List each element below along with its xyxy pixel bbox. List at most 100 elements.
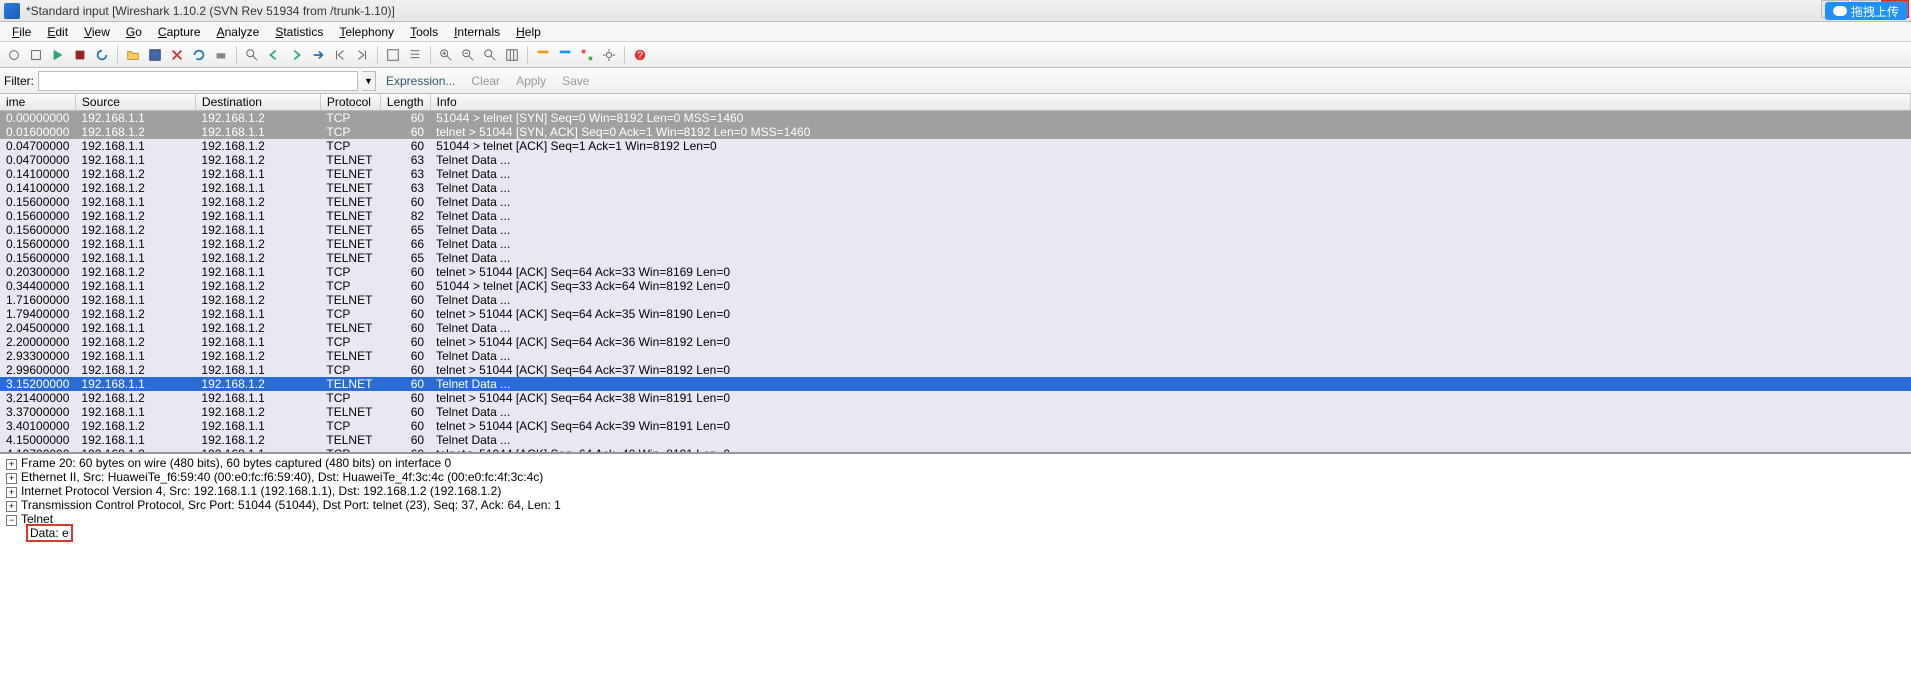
expand-icon[interactable] [6, 473, 17, 484]
packet-detail-pane[interactable]: Frame 20: 60 bytes on wire (480 bits), 6… [0, 454, 1911, 574]
packet-row[interactable]: 0.01600000192.168.1.2192.168.1.1TCP60tel… [0, 125, 1911, 139]
apply-button[interactable]: Apply [510, 74, 552, 88]
go-back-icon[interactable] [264, 45, 284, 65]
app-icon [4, 3, 20, 19]
col-time[interactable]: ime [0, 94, 75, 111]
go-to-icon[interactable] [308, 45, 328, 65]
tree-tcp[interactable]: Transmission Control Protocol, Src Port:… [4, 498, 1907, 512]
tree-ip[interactable]: Internet Protocol Version 4, Src: 192.16… [4, 484, 1907, 498]
col-protocol[interactable]: Protocol [320, 94, 380, 111]
help-icon[interactable]: ? [630, 45, 650, 65]
packet-row[interactable]: 2.99600000192.168.1.2192.168.1.1TCP60tel… [0, 363, 1911, 377]
save-filter-button[interactable]: Save [556, 74, 595, 88]
packet-row[interactable]: 0.20300000192.168.1.2192.168.1.1TCP60tel… [0, 265, 1911, 279]
menu-telephony[interactable]: Telephony [331, 23, 402, 41]
restart-capture-icon[interactable] [92, 45, 112, 65]
packet-row[interactable]: 0.04700000192.168.1.1192.168.1.2TELNET63… [0, 153, 1911, 167]
packet-row[interactable]: 3.37000000192.168.1.1192.168.1.2TELNET60… [0, 405, 1911, 419]
close-file-icon[interactable] [167, 45, 187, 65]
packet-row[interactable]: 0.15600000192.168.1.2192.168.1.1TELNET65… [0, 223, 1911, 237]
interfaces-icon[interactable] [4, 45, 24, 65]
tree-frame[interactable]: Frame 20: 60 bytes on wire (480 bits), 6… [4, 456, 1907, 470]
packet-row[interactable]: 2.20000000192.168.1.2192.168.1.1TCP60tel… [0, 335, 1911, 349]
packet-row[interactable]: 3.15200000192.168.1.1192.168.1.2TELNET60… [0, 377, 1911, 391]
menu-view[interactable]: View [76, 23, 118, 41]
tree-telnet[interactable]: Telnet [4, 512, 1907, 526]
menu-help[interactable]: Help [508, 23, 549, 41]
upload-button[interactable]: 拖拽上传 [1825, 2, 1907, 20]
collapse-icon[interactable] [6, 515, 17, 526]
print-icon[interactable] [211, 45, 231, 65]
menu-edit[interactable]: Edit [39, 23, 76, 41]
preferences-icon[interactable] [599, 45, 619, 65]
packet-row[interactable]: 0.04700000192.168.1.1192.168.1.2TCP60510… [0, 139, 1911, 153]
menu-tools[interactable]: Tools [402, 23, 446, 41]
menu-analyze[interactable]: Analyze [209, 23, 268, 41]
packet-row[interactable]: 0.15600000192.168.1.1192.168.1.2TELNET60… [0, 195, 1911, 209]
packet-row[interactable]: 1.79400000192.168.1.2192.168.1.1TCP60tel… [0, 307, 1911, 321]
menu-capture[interactable]: Capture [150, 23, 209, 41]
col-length[interactable]: Length [380, 94, 430, 111]
packet-row[interactable]: 0.15600000192.168.1.2192.168.1.1TELNET82… [0, 209, 1911, 223]
start-capture-icon[interactable] [48, 45, 68, 65]
packet-row[interactable]: 0.00000000192.168.1.1192.168.1.2TCP60510… [0, 111, 1911, 126]
upload-label: 拖拽上传 [1851, 3, 1899, 20]
save-file-icon[interactable] [145, 45, 165, 65]
expand-icon[interactable] [6, 459, 17, 470]
go-forward-icon[interactable] [286, 45, 306, 65]
resize-columns-icon[interactable] [502, 45, 522, 65]
auto-scroll-icon[interactable] [405, 45, 425, 65]
packet-row[interactable]: 0.14100000192.168.1.2192.168.1.1TELNET63… [0, 167, 1911, 181]
svg-text:?: ? [637, 49, 643, 61]
cloud-icon [1833, 6, 1847, 16]
packet-row[interactable]: 2.93300000192.168.1.1192.168.1.2TELNET60… [0, 349, 1911, 363]
expand-icon[interactable] [6, 487, 17, 498]
packet-row[interactable]: 4.15000000192.168.1.1192.168.1.2TELNET60… [0, 433, 1911, 447]
zoom-out-icon[interactable] [458, 45, 478, 65]
packet-row[interactable]: 0.15600000192.168.1.1192.168.1.2TELNET66… [0, 237, 1911, 251]
main-toolbar: ? [0, 42, 1911, 68]
display-filters-icon[interactable] [555, 45, 575, 65]
packet-list-header[interactable]: ime Source Destination Protocol Length I… [0, 94, 1911, 111]
zoom-reset-icon[interactable] [480, 45, 500, 65]
find-icon[interactable] [242, 45, 262, 65]
menu-statistics[interactable]: Statistics [267, 23, 331, 41]
col-source[interactable]: Source [75, 94, 195, 111]
packet-list-pane[interactable]: ime Source Destination Protocol Length I… [0, 94, 1911, 454]
window-title: *Standard input [Wireshark 1.10.2 (SVN R… [26, 4, 395, 18]
zoom-in-icon[interactable] [436, 45, 456, 65]
open-file-icon[interactable] [123, 45, 143, 65]
options-icon[interactable] [26, 45, 46, 65]
menubar: 拖拽上传 FileEditViewGoCaptureAnalyzeStatist… [0, 22, 1911, 42]
menu-internals[interactable]: Internals [446, 23, 508, 41]
packet-row[interactable]: 2.04500000192.168.1.1192.168.1.2TELNET60… [0, 321, 1911, 335]
filter-toolbar: Filter: ▼ Expression... Clear Apply Save [0, 68, 1911, 94]
packet-row[interactable]: 0.14100000192.168.1.2192.168.1.1TELNET63… [0, 181, 1911, 195]
tree-ethernet[interactable]: Ethernet II, Src: HuaweiTe_f6:59:40 (00:… [4, 470, 1907, 484]
filter-label: Filter: [4, 74, 34, 88]
titlebar: *Standard input [Wireshark 1.10.2 (SVN R… [0, 0, 1911, 22]
col-info[interactable]: Info [430, 94, 1910, 111]
filter-input[interactable] [38, 71, 358, 91]
tree-telnet-data[interactable]: Data: e [24, 526, 1907, 540]
filter-dropdown-icon[interactable]: ▼ [362, 71, 376, 91]
colorize-icon[interactable] [383, 45, 403, 65]
packet-row[interactable]: 4.19700000192.168.1.2192.168.1.1TCP60tel… [0, 447, 1911, 454]
capture-filters-icon[interactable] [533, 45, 553, 65]
packet-row[interactable]: 0.34400000192.168.1.1192.168.1.2TCP60510… [0, 279, 1911, 293]
menu-file[interactable]: File [4, 23, 39, 41]
packet-row[interactable]: 1.71600000192.168.1.1192.168.1.2TELNET60… [0, 293, 1911, 307]
menu-go[interactable]: Go [118, 23, 150, 41]
packet-row[interactable]: 3.40100000192.168.1.2192.168.1.1TCP60tel… [0, 419, 1911, 433]
stop-capture-icon[interactable] [70, 45, 90, 65]
go-last-icon[interactable] [352, 45, 372, 65]
go-first-icon[interactable] [330, 45, 350, 65]
packet-row[interactable]: 0.15600000192.168.1.1192.168.1.2TELNET65… [0, 251, 1911, 265]
expand-icon[interactable] [6, 501, 17, 512]
coloring-rules-icon[interactable] [577, 45, 597, 65]
expression-button[interactable]: Expression... [380, 74, 461, 88]
reload-icon[interactable] [189, 45, 209, 65]
packet-row[interactable]: 3.21400000192.168.1.2192.168.1.1TCP60tel… [0, 391, 1911, 405]
clear-button[interactable]: Clear [465, 74, 506, 88]
col-destination[interactable]: Destination [195, 94, 320, 111]
